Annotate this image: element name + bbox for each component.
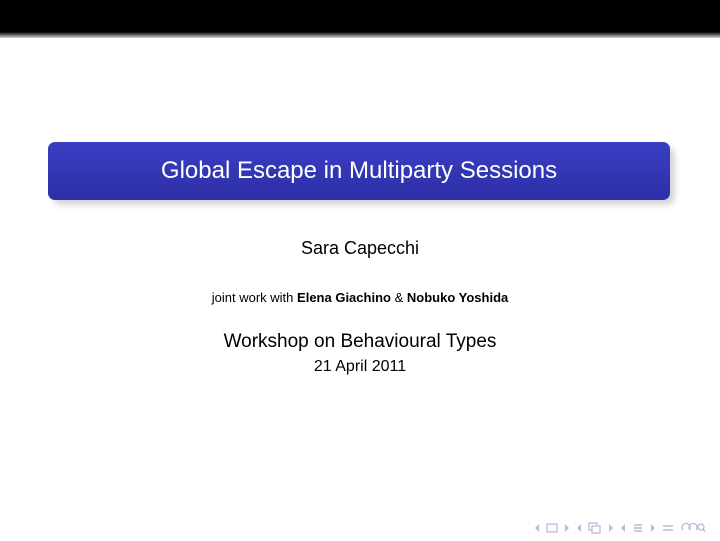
frame-icon[interactable]	[546, 523, 558, 533]
author-name: Sara Capecchi	[300, 238, 420, 258]
frame-next-icon[interactable]	[564, 523, 570, 533]
slide-title: Global Escape in Multiparty Sessions	[160, 157, 558, 184]
date: 21 April 2011	[313, 358, 407, 375]
beamer-navigation	[534, 520, 706, 536]
frame-prev-icon[interactable]	[534, 523, 540, 533]
coauthor-1: Elena Giachino	[297, 290, 391, 305]
coauthor-2: Nobuko Yoshida	[406, 290, 509, 305]
joint-work-line: joint work with Elena Giachino & Nobuko …	[0, 290, 720, 305]
section-icon[interactable]	[632, 522, 644, 534]
venue: Workshop on Behavioural Types	[223, 331, 497, 352]
subsection-next-icon[interactable]	[608, 523, 614, 533]
subsection-icon[interactable]	[588, 522, 602, 534]
search-icon[interactable]	[680, 522, 706, 534]
section-prev-icon[interactable]	[620, 523, 626, 533]
ampersand: &	[394, 290, 404, 305]
top-bar	[0, 0, 720, 38]
joint-prefix: joint work with	[211, 290, 294, 305]
subsection-prev-icon[interactable]	[576, 523, 582, 533]
align-icon[interactable]	[662, 523, 674, 533]
title-box: Global Escape in Multiparty Sessions	[48, 142, 670, 200]
section-next-icon[interactable]	[650, 523, 656, 533]
